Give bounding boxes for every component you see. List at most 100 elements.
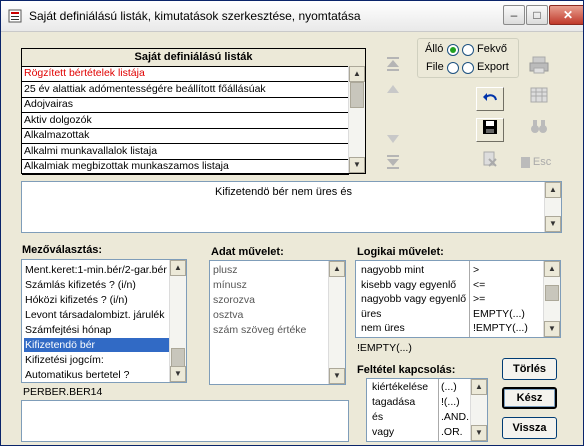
column-divider	[469, 261, 470, 337]
scroll-down-arrow-icon[interactable]: ▼	[349, 157, 365, 173]
list-item[interactable]: kiértékelése	[372, 380, 428, 394]
column-divider	[438, 379, 439, 441]
move-last-icon[interactable]	[382, 153, 404, 177]
maximize-button[interactable]: □	[526, 5, 548, 25]
scroll-thumb[interactable]	[545, 285, 559, 301]
list-item[interactable]: 25 év alattiak adómentességére beállítot…	[22, 82, 349, 98]
list-item[interactable]: nem üres	[361, 321, 405, 335]
fekvo-radio[interactable]	[462, 44, 474, 56]
list-item[interactable]: szám szöveg értéke	[212, 323, 306, 337]
fekvo-label: Fekvő	[477, 43, 507, 55]
list-item[interactable]: nagyobb vagy egyenlő	[361, 292, 466, 306]
scroll-down-arrow-icon[interactable]: ▼	[329, 368, 345, 384]
title-bar: Saját definiálású listák, kimutatások sz…	[1, 1, 583, 32]
allo-radio[interactable]	[447, 44, 459, 56]
allo-label: Álló	[425, 43, 444, 55]
scroll-up-arrow-icon[interactable]: ▲	[349, 66, 365, 82]
minimize-button[interactable]: –	[503, 5, 525, 25]
scroll-down-arrow-icon[interactable]: ▼	[471, 425, 487, 441]
list-item[interactable]: nagyobb mint	[361, 263, 424, 277]
list-item[interactable]: plusz	[212, 263, 238, 277]
close-button[interactable]: ✕	[549, 5, 583, 25]
field-list[interactable]: Ment.keret:1-min.bér/2-gar.bér Számlás ki…	[21, 259, 187, 383]
scroll-thumb[interactable]	[171, 348, 185, 368]
list-item[interactable]: Számlás kifizetés ? (i/n)	[24, 278, 170, 292]
condition-text-area[interactable]: Kifizetendö bér nem üres és ▲ ▼	[21, 181, 562, 233]
operator-cell: .OR.	[441, 426, 463, 438]
feltetel-kapcsolas-label: Feltétel kapcsolás:	[357, 364, 456, 376]
file-label: File	[426, 61, 444, 73]
export-label: Export	[477, 61, 509, 73]
kesz-button[interactable]: Kész	[502, 387, 557, 409]
operator-cell: EMPTY(...)	[473, 307, 525, 320]
operator-cell: >	[473, 264, 480, 276]
printer-icon[interactable]	[525, 56, 553, 80]
list-item[interactable]: üres	[361, 307, 381, 321]
condition-link-scrollbar[interactable]: ▲ ▼	[470, 379, 487, 441]
report-list-scrollbar[interactable]: ▲ ▼	[348, 66, 365, 173]
list-item[interactable]: tagadása	[372, 395, 415, 409]
scroll-thumb[interactable]	[350, 82, 364, 108]
binoculars-icon[interactable]	[525, 118, 553, 142]
app-icon	[8, 9, 22, 23]
move-down-icon[interactable]	[382, 129, 404, 153]
list-item[interactable]: Adojvairas	[22, 97, 349, 113]
list-item[interactable]: Számfejtési hónap	[24, 323, 170, 337]
scroll-down-arrow-icon[interactable]: ▼	[544, 321, 560, 337]
table-grid-icon[interactable]	[525, 87, 553, 111]
file-radio[interactable]	[447, 62, 459, 74]
list-item[interactable]: Levont társadalombizt. járulék	[24, 308, 170, 322]
export-radio[interactable]	[462, 62, 474, 74]
list-item[interactable]: Hóközi kifizetés ? (i/n)	[24, 293, 170, 307]
save-button[interactable]	[476, 118, 504, 142]
esc-label: Esc	[532, 156, 552, 168]
main-window: Saját definiálású listák, kimutatások sz…	[0, 0, 584, 446]
list-item[interactable]: Kifizetési jogcím:	[24, 353, 170, 367]
list-item[interactable]: szorozva	[212, 293, 255, 307]
data-operation-scrollbar[interactable]: ▲ ▼	[328, 261, 345, 384]
move-first-icon[interactable]	[382, 55, 404, 79]
list-item[interactable]: és	[372, 410, 383, 424]
report-list[interactable]: Saját definiálású listák Rögzített bérté…	[21, 48, 366, 175]
selected-logic-operator: !EMPTY(...)	[357, 342, 412, 354]
scroll-up-arrow-icon[interactable]: ▲	[329, 261, 345, 277]
scroll-up-arrow-icon[interactable]: ▲	[471, 379, 487, 395]
delete-document-icon[interactable]	[476, 151, 504, 175]
scroll-up-arrow-icon[interactable]: ▲	[545, 182, 561, 198]
scroll-down-arrow-icon[interactable]: ▼	[170, 366, 186, 382]
field-list-scrollbar[interactable]: ▲ ▼	[169, 260, 186, 382]
field-code: PERBER.BER14	[23, 386, 103, 398]
scroll-up-arrow-icon[interactable]: ▲	[544, 261, 560, 277]
scroll-up-arrow-icon[interactable]: ▲	[170, 260, 186, 276]
list-item[interactable]: Ment.keret:1-min.bér/2-gar.bér	[24, 263, 170, 277]
operator-cell: !EMPTY(...)	[473, 322, 528, 334]
field-code-box[interactable]	[21, 400, 349, 442]
list-item[interactable]: Aktiv dolgozók	[22, 113, 349, 129]
list-item[interactable]: Rögzített bértételek listája	[22, 66, 349, 82]
list-item[interactable]: Automatikus bertetel ?	[24, 368, 170, 382]
operator-cell: (...)	[441, 381, 457, 393]
undo-icon	[483, 93, 497, 101]
data-operation-list[interactable]: plusz mínusz szorozva osztva szám szöveg ért…	[209, 260, 346, 385]
scroll-down-arrow-icon[interactable]: ▼	[545, 216, 561, 232]
list-item[interactable]: kisebb vagy egyenlő	[361, 278, 456, 292]
list-item[interactable]: mínusz	[212, 278, 247, 292]
list-item[interactable]: Alkalmiak megbizottak munkaszamos listaj…	[22, 159, 349, 175]
list-item[interactable]: osztva	[212, 308, 243, 322]
undo-button[interactable]	[476, 87, 504, 111]
list-item[interactable]: vagy	[372, 425, 394, 439]
operator-cell: >=	[473, 293, 486, 305]
torles-button[interactable]: Törlés	[502, 358, 557, 380]
list-item[interactable]: Kifizetendö bér	[24, 338, 170, 352]
esc-button[interactable]: Esc	[516, 151, 556, 175]
move-up-icon[interactable]	[382, 81, 404, 105]
logical-operation-list[interactable]: nagyobb mint > kisebb vagy egyenlő <= nagyob…	[355, 260, 561, 338]
vissza-button[interactable]: Vissza	[502, 417, 557, 439]
list-item[interactable]: Alkalmi munkavallalok listaja	[22, 144, 349, 160]
logical-operation-scrollbar[interactable]: ▲ ▼	[543, 261, 560, 337]
list-item[interactable]: Alkalmazottak	[22, 128, 349, 144]
condition-link-list[interactable]: kiértékelése (...) tagadása !(...) és .AND. va…	[366, 378, 488, 442]
operator-cell: !(...)	[441, 396, 460, 408]
operator-cell: .AND.	[441, 411, 470, 423]
condition-scrollbar[interactable]: ▲ ▼	[544, 182, 561, 232]
